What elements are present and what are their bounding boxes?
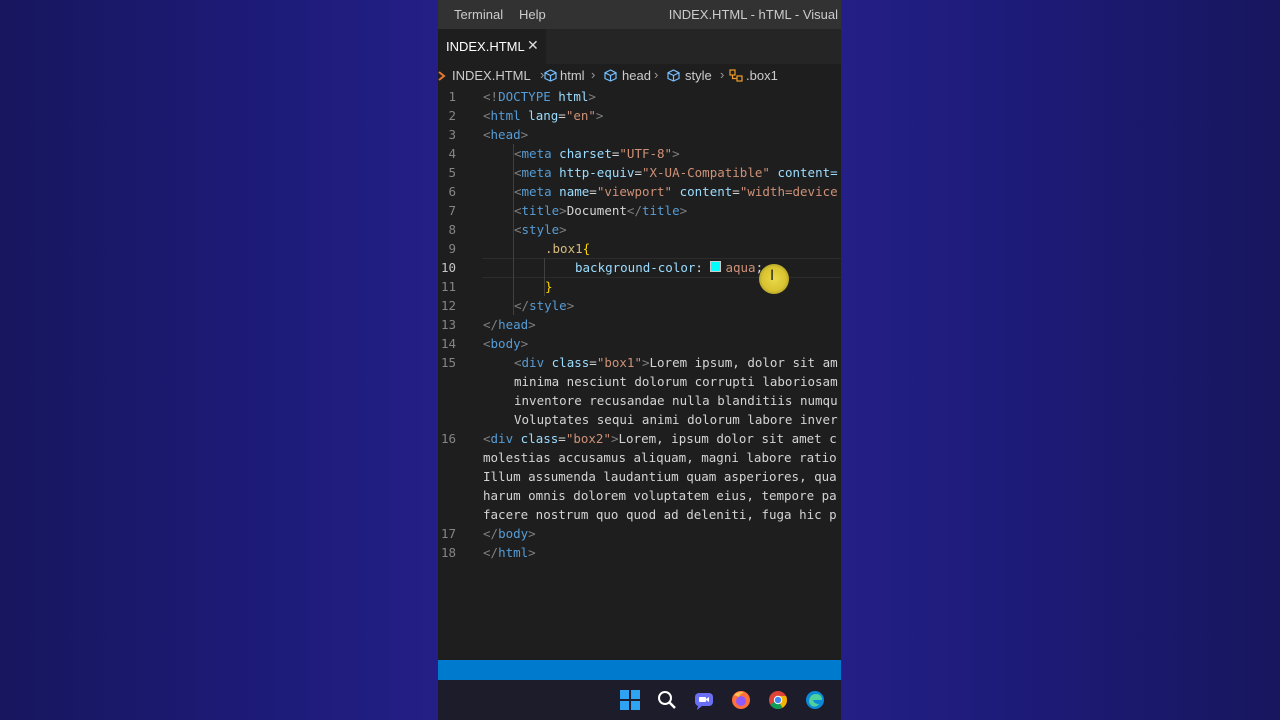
chrome-icon[interactable] (767, 689, 789, 711)
breadcrumb-html[interactable]: html (560, 68, 585, 83)
edge-icon[interactable] (804, 689, 826, 711)
color-swatch[interactable] (710, 261, 722, 272)
code-line: } (545, 279, 553, 294)
window-title: INDEX.HTML - hTML - Visual (668, 7, 838, 22)
tab-label: INDEX.HTML (446, 39, 525, 54)
code-line: <html lang="en"> (483, 108, 604, 123)
code-line: <meta charset="UTF-8"> (514, 146, 680, 161)
code-line: </body> (483, 526, 536, 541)
code-line: </style> (514, 298, 575, 313)
line-number: 2 (448, 108, 456, 123)
code-line-wrap: minima nesciunt dolorum corrupti laborio… (514, 374, 838, 389)
code-line: </html> (483, 545, 536, 560)
taskbar (438, 680, 841, 720)
code-line: <title>Document</title> (514, 203, 688, 218)
line-number: 7 (448, 203, 456, 218)
code-line-active: background-color: aqua; (575, 260, 764, 275)
firefox-icon[interactable] (730, 689, 752, 711)
chat-icon[interactable] (693, 689, 715, 711)
background-left (0, 0, 438, 720)
code-line: .box1{ (545, 241, 591, 256)
code-line: <meta name="viewport" content="width=dev… (514, 184, 838, 199)
status-bar (438, 660, 841, 680)
windows-start-icon[interactable] (619, 689, 641, 711)
line-number: 6 (448, 184, 456, 199)
chevron-right-icon: › (654, 67, 659, 82)
line-number: 1 (448, 89, 456, 104)
code-line: <div class="box2">Lorem, ipsum dolor sit… (483, 431, 837, 446)
line-number: 17 (440, 526, 456, 541)
code-line-wrap: inventore recusandae nulla blanditiis nu… (514, 393, 838, 408)
line-number: 3 (448, 127, 456, 142)
breadcrumb: INDEX.HTML › html › head › style › .box1 (438, 65, 841, 87)
line-number: 4 (448, 146, 456, 161)
code-line: <body> (483, 336, 529, 351)
line-number: 16 (440, 431, 456, 446)
code-line-wrap: Voluptates sequi animi dolorum labore in… (514, 412, 838, 427)
element-cube-icon (667, 69, 680, 82)
code-line: <!DOCTYPE html> (483, 89, 596, 104)
line-number: 5 (448, 165, 456, 180)
code-line-wrap: harum omnis dolorem voluptatem eius, tem… (483, 488, 837, 503)
background-right (841, 0, 1280, 720)
selector-icon (729, 69, 743, 82)
code-line: <head> (483, 127, 529, 142)
breadcrumb-style[interactable]: style (685, 68, 712, 83)
code-line-wrap: molestias accusamus aliquam, magni labor… (483, 450, 837, 465)
vscode-window: Terminal Help INDEX.HTML - hTML - Visual… (438, 0, 841, 720)
tab-index-html[interactable]: INDEX.HTML ✕ (438, 29, 546, 64)
code-line: <div class="box1">Lorem ipsum, dolor sit… (514, 355, 838, 370)
breadcrumb-file[interactable]: INDEX.HTML (452, 68, 531, 83)
line-number: 12 (440, 298, 456, 313)
chevron-right-icon: › (720, 67, 725, 82)
code-line: <meta http-equiv="X-UA-Compatible" conte… (514, 165, 838, 180)
title-bar: Terminal Help INDEX.HTML - hTML - Visual (438, 0, 841, 29)
line-number: 15 (440, 355, 456, 370)
close-icon[interactable]: ✕ (527, 37, 539, 54)
menu-help[interactable]: Help (519, 7, 546, 22)
line-number-active: 10 (440, 260, 456, 275)
search-icon[interactable] (656, 689, 678, 711)
line-number: 8 (448, 222, 456, 237)
line-number: 18 (440, 545, 456, 560)
breadcrumb-head[interactable]: head (622, 68, 651, 83)
line-number: 11 (440, 279, 456, 294)
line-number: 14 (440, 336, 456, 351)
menu-terminal[interactable]: Terminal (454, 7, 503, 22)
code-line: <style> (514, 222, 567, 237)
code-editor[interactable]: 1 2 3 4 5 6 7 8 9 10 11 12 13 14 15 16 1… (438, 87, 841, 660)
chevron-right-icon: › (591, 67, 596, 82)
text-cursor-icon: I (770, 268, 775, 284)
line-number: 13 (440, 317, 456, 332)
tab-bar: INDEX.HTML ✕ (438, 29, 841, 64)
breadcrumb-selector[interactable]: .box1 (746, 68, 778, 83)
element-cube-icon (544, 69, 557, 82)
element-cube-icon (604, 69, 617, 82)
code-line: </head> (483, 317, 536, 332)
code-line-wrap: facere nostrum quo quod ad deleniti, fug… (483, 507, 837, 522)
html-file-icon (438, 71, 446, 81)
code-line-wrap: Illum assumenda laudantium quam asperior… (483, 469, 837, 484)
line-number: 9 (448, 241, 456, 256)
